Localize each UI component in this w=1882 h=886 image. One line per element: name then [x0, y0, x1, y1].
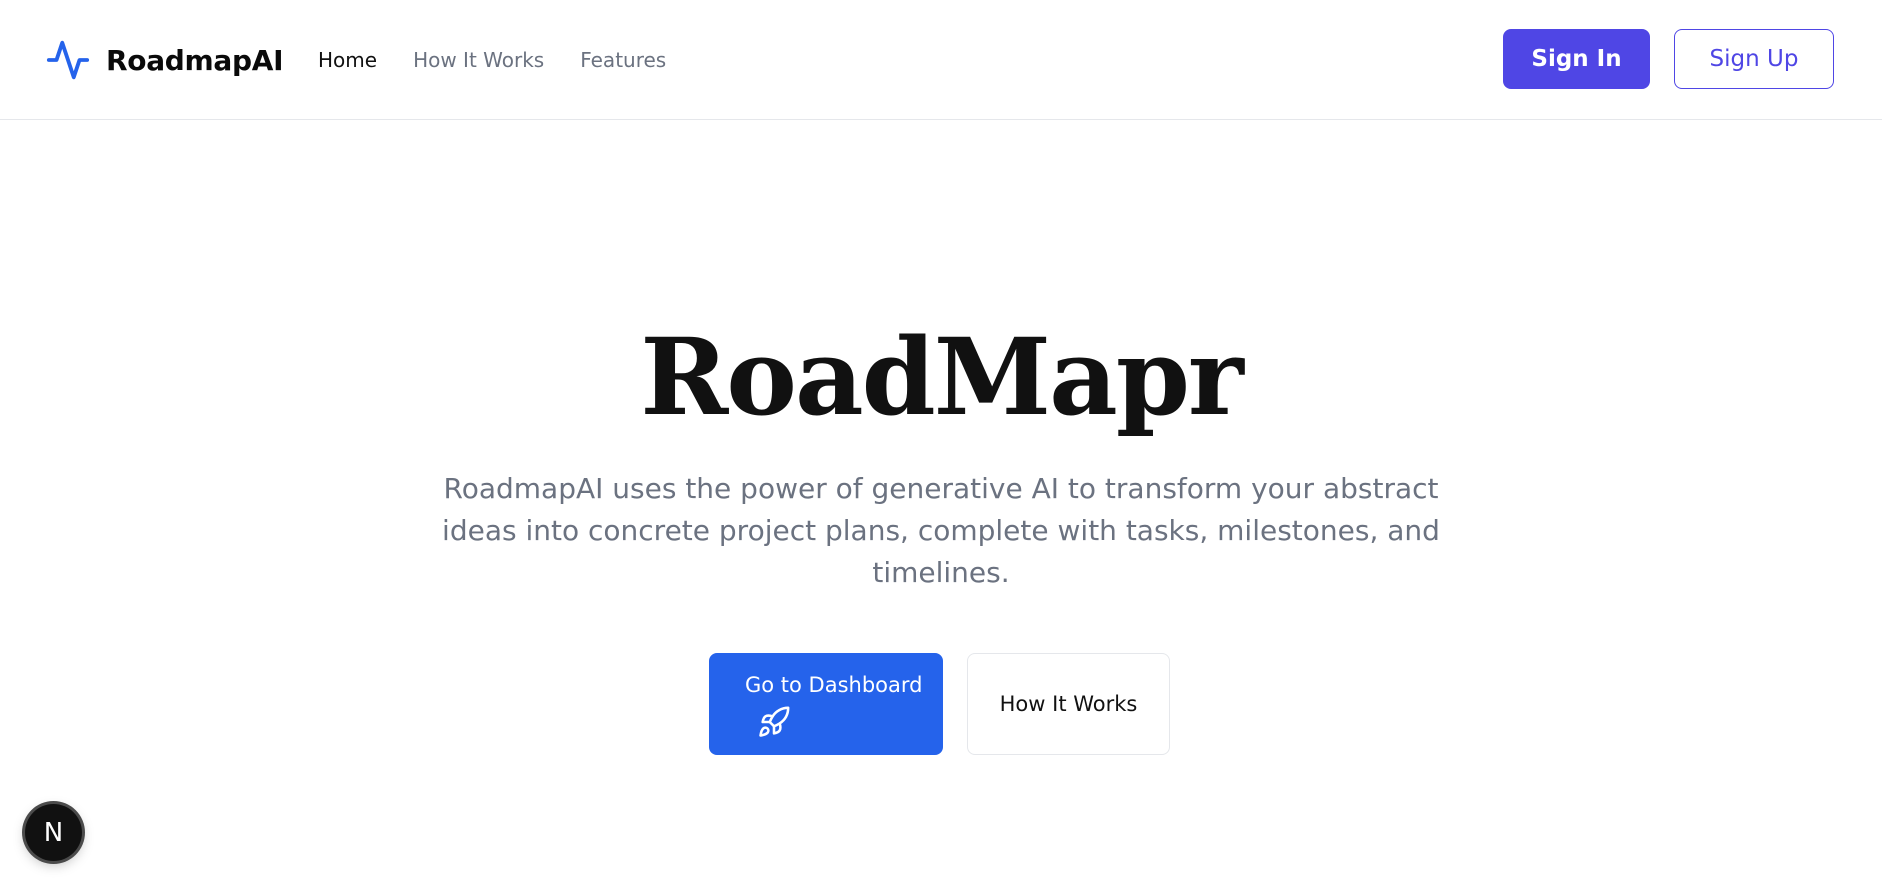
brand-logo-link[interactable]: RoadmapAI	[44, 36, 284, 84]
hero-description: RoadmapAI uses the power of generative A…	[442, 472, 1440, 589]
nav-link-home[interactable]: Home	[318, 48, 377, 72]
sign-up-button[interactable]: Sign Up	[1674, 29, 1834, 89]
top-navigation-bar: RoadmapAI Home How It Works Features Sig…	[0, 0, 1882, 120]
main-nav: Home How It Works Features	[318, 44, 666, 76]
nav-link-how-it-works[interactable]: How It Works	[413, 48, 544, 72]
nextjs-logo-icon: N	[43, 817, 64, 848]
activity-pulse-icon	[44, 36, 92, 84]
nextjs-dev-badge[interactable]: N	[25, 804, 82, 861]
sign-in-button[interactable]: Sign In	[1503, 29, 1650, 89]
rocket-icon	[757, 705, 791, 739]
brand-name: RoadmapAI	[106, 43, 284, 77]
hero-title: RoadMapr	[640, 314, 1244, 439]
go-to-dashboard-label: Go to Dashboard	[745, 673, 923, 697]
how-it-works-button[interactable]: How It Works	[967, 653, 1170, 755]
go-to-dashboard-button[interactable]: Go to Dashboard	[709, 653, 943, 755]
nav-link-features[interactable]: Features	[580, 48, 666, 72]
